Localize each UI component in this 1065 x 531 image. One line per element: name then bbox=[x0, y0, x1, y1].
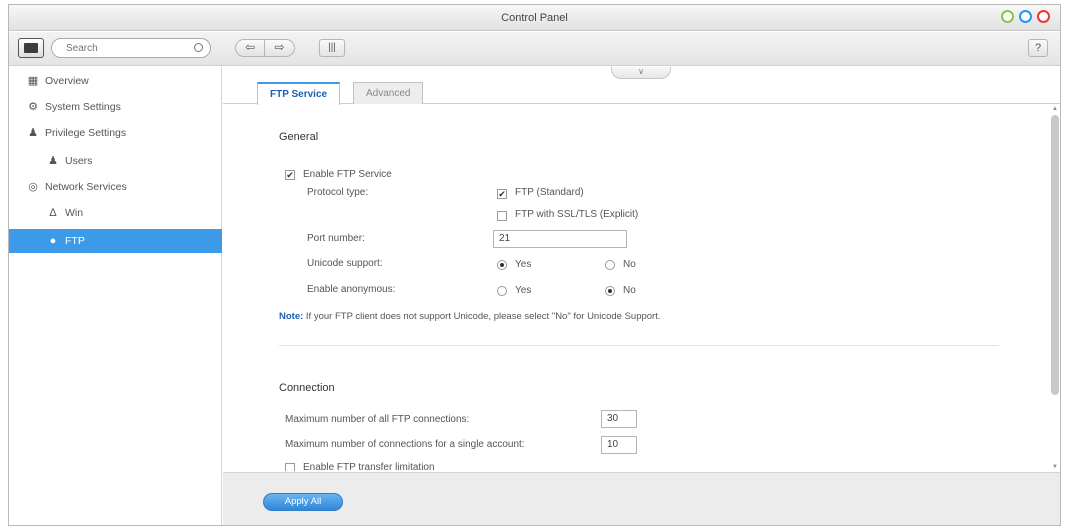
sidebar-item-win[interactable]: ∆ Win bbox=[9, 201, 222, 225]
enable-ftp-label: Enable FTP Service bbox=[303, 169, 392, 180]
anonymous-yes-label: Yes bbox=[515, 285, 532, 296]
control-panel-window: Control Panel ⇦ ⇨ ||| ? ▦ Overview ⚙ Sys… bbox=[8, 4, 1061, 526]
main-content: FTP Service Advanced ∨ General ✔ Enable … bbox=[223, 67, 1060, 525]
window-controls bbox=[1001, 10, 1050, 23]
sidebar-item-users[interactable]: ♟ Users bbox=[9, 149, 222, 173]
anonymous-no-radio[interactable] bbox=[605, 286, 615, 296]
transfer-limitation-label: Enable FTP transfer limitation bbox=[303, 462, 435, 471]
home-icon[interactable] bbox=[18, 38, 44, 58]
ftp-icon: ● bbox=[49, 235, 57, 247]
protocol-type-label: Protocol type: bbox=[307, 187, 369, 198]
search-icon[interactable] bbox=[194, 43, 203, 52]
back-button[interactable]: ⇦ bbox=[235, 39, 265, 57]
user-icon: ♟ bbox=[28, 127, 38, 139]
sidebar-item-label: System Settings bbox=[45, 101, 121, 113]
port-number-field[interactable]: 21 bbox=[493, 230, 627, 248]
anonymous-yes-radio[interactable] bbox=[497, 286, 507, 296]
enable-anonymous-label: Enable anonymous: bbox=[307, 284, 396, 295]
search-box[interactable] bbox=[51, 38, 211, 58]
sidebar-item-network-services[interactable]: ◎ Network Services bbox=[9, 175, 222, 199]
section-divider bbox=[279, 345, 999, 346]
max-all-connections-field[interactable]: 30 bbox=[601, 410, 637, 428]
ftp-ssl-label: FTP with SSL/TLS (Explicit) bbox=[515, 209, 639, 220]
unicode-no-radio[interactable] bbox=[605, 260, 615, 270]
maximize-button[interactable] bbox=[1019, 10, 1032, 23]
forward-button[interactable]: ⇨ bbox=[265, 39, 295, 57]
window-title: Control Panel bbox=[501, 12, 568, 24]
user-icon: ♟ bbox=[48, 155, 58, 167]
sidebar-item-privilege-settings[interactable]: ♟ Privilege Settings bbox=[9, 121, 222, 145]
max-single-connections-field[interactable]: 10 bbox=[601, 436, 637, 454]
search-input[interactable] bbox=[66, 39, 186, 57]
unicode-yes-label: Yes bbox=[515, 259, 532, 270]
settings-panel: General ✔ Enable FTP Service Protocol ty… bbox=[223, 105, 1060, 471]
scroll-down-icon[interactable]: ▼ bbox=[1051, 463, 1059, 471]
ftp-ssl-checkbox[interactable] bbox=[497, 211, 507, 221]
sidebar-item-label: Overview bbox=[45, 75, 89, 87]
minimize-button[interactable] bbox=[1001, 10, 1014, 23]
ftp-standard-checkbox[interactable]: ✔ bbox=[497, 189, 507, 199]
connection-section-title: Connection bbox=[279, 382, 335, 394]
unicode-no-label: No bbox=[623, 259, 636, 270]
footer-bar: Apply All bbox=[223, 472, 1060, 525]
scroll-thumb[interactable] bbox=[1051, 115, 1059, 395]
toolbar: ⇦ ⇨ ||| ? bbox=[9, 32, 1060, 66]
globe-icon: ◎ bbox=[28, 181, 38, 193]
sidebar-item-ftp[interactable]: ● FTP bbox=[9, 229, 222, 253]
gear-icon: ⚙ bbox=[28, 101, 38, 113]
tab-advanced[interactable]: Advanced bbox=[353, 82, 424, 104]
sidebar-item-system-settings[interactable]: ⚙ System Settings bbox=[9, 95, 222, 119]
sidebar-item-label: Win bbox=[65, 207, 84, 219]
note-prefix: Note: bbox=[279, 311, 304, 322]
sidebar-item-label: Network Services bbox=[45, 181, 127, 193]
anonymous-no-label: No bbox=[623, 285, 636, 296]
title-bar: Control Panel bbox=[9, 5, 1060, 31]
scroll-up-icon[interactable]: ▲ bbox=[1051, 105, 1059, 113]
tab-ftp-service[interactable]: FTP Service bbox=[257, 82, 341, 105]
unicode-yes-radio[interactable] bbox=[497, 260, 507, 270]
note-text: If your FTP client does not support Unic… bbox=[305, 311, 661, 322]
ftp-standard-label: FTP (Standard) bbox=[515, 187, 584, 198]
apply-all-button[interactable]: Apply All bbox=[263, 493, 343, 511]
close-button[interactable] bbox=[1037, 10, 1050, 23]
enable-ftp-checkbox[interactable]: ✔ bbox=[285, 170, 295, 180]
sidebar-item-overview[interactable]: ▦ Overview bbox=[9, 69, 222, 93]
max-single-connections-label: Maximum number of connections for a sing… bbox=[285, 439, 525, 450]
vertical-scrollbar[interactable]: ▲ ▼ bbox=[1050, 105, 1060, 471]
overview-icon: ▦ bbox=[27, 75, 39, 87]
sidebar: ▦ Overview ⚙ System Settings ♟ Privilege… bbox=[9, 67, 222, 525]
transfer-limitation-checkbox[interactable] bbox=[285, 463, 295, 471]
sidebar-item-label: Users bbox=[65, 155, 93, 167]
sidebar-item-label: FTP bbox=[65, 235, 85, 247]
general-section-title: General bbox=[279, 131, 319, 143]
grid-view-button[interactable]: ||| bbox=[319, 39, 345, 57]
unicode-support-label: Unicode support: bbox=[307, 258, 383, 269]
max-all-connections-label: Maximum number of all FTP connections: bbox=[285, 414, 470, 425]
port-number-label: Port number: bbox=[307, 233, 365, 244]
unicode-note: Note: If your FTP client does not suppor… bbox=[279, 311, 660, 322]
network-icon: ∆ bbox=[49, 207, 57, 219]
collapse-toggle[interactable]: ∨ bbox=[611, 67, 671, 79]
help-button[interactable]: ? bbox=[1028, 39, 1048, 57]
sidebar-item-label: Privilege Settings bbox=[45, 127, 127, 139]
